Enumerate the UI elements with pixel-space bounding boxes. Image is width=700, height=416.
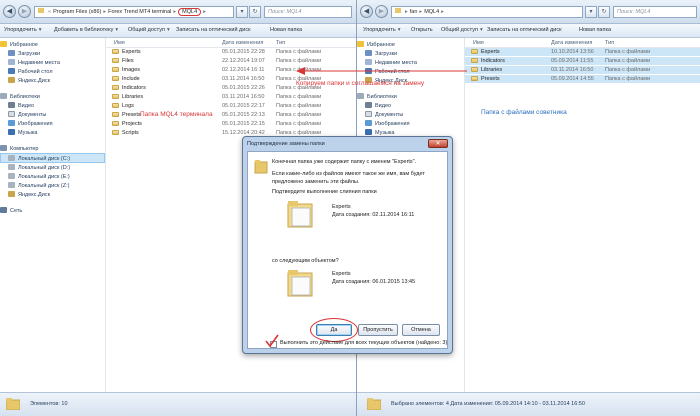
annotation-copy-and-replace: Копируем папки и соглашаемся на замену: [296, 80, 425, 87]
dialog-body: Конечная папка уже содержит папку с имен…: [247, 151, 448, 349]
new-folder-date: Дата создания: 06.01.2015 13:45: [332, 279, 416, 285]
folder-icon: [287, 270, 313, 297]
existing-folder-name: Experts: [332, 204, 351, 210]
dialog-message-2: Если какие-либо из файлов имеют такое же…: [272, 171, 425, 185]
dialog-message-3: Подтвердите выполнение слияния папки: [272, 189, 377, 195]
highlight-circle: [310, 318, 358, 342]
folder-icon: [287, 201, 313, 228]
skip-button[interactable]: Пропустить: [358, 324, 398, 336]
dialog-title: Подтверждение замены папки: [247, 141, 325, 147]
checkmark-icon: [265, 334, 279, 348]
cancel-button[interactable]: Отмена: [402, 324, 440, 336]
with-object-label: со следующим объектом?: [272, 258, 339, 264]
new-folder-name: Experts: [332, 271, 351, 277]
apply-to-all-label: Выполнить это действие для всех текущих …: [280, 340, 448, 346]
confirm-folder-replace-dialog: Подтверждение замены папки ✕ Конечная па…: [242, 136, 453, 354]
dialog-message-1: Конечная папка уже содержит папку с имен…: [272, 159, 417, 165]
dialog-close-button[interactable]: ✕: [428, 139, 448, 148]
folder-copy-icon: [254, 160, 268, 174]
existing-folder-date: Дата создания: 02.11.2014 16:11: [332, 212, 415, 218]
